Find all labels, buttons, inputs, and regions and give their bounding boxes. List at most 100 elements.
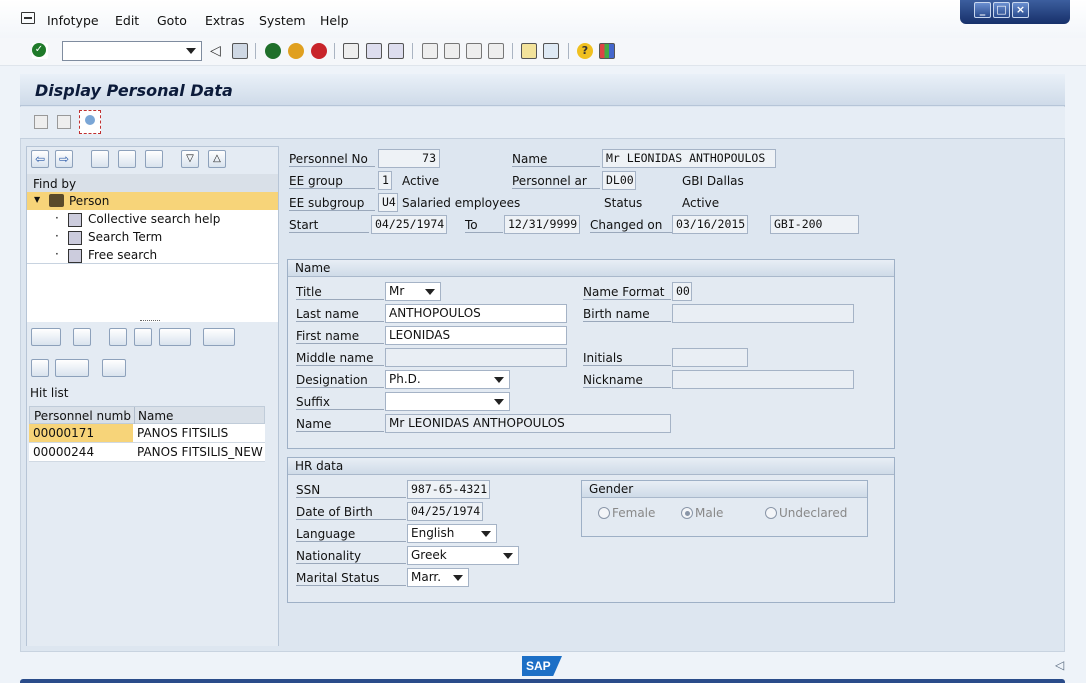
nationality-dropdown[interactable]: Greek bbox=[407, 546, 519, 565]
name-format-field: 00 bbox=[672, 282, 692, 301]
last-name-field[interactable]: ANTHOPOULOS bbox=[385, 304, 567, 323]
tree-item-label: Collective search help bbox=[88, 212, 221, 226]
gender-female-radio[interactable]: Female bbox=[598, 506, 655, 520]
cell-name[interactable]: PANOS FITSILIS_NEW bbox=[137, 445, 263, 459]
dob-label: Date of Birth bbox=[296, 505, 406, 520]
sort-descending-icon[interactable] bbox=[134, 328, 152, 346]
column-header-name[interactable]: Name bbox=[138, 409, 173, 423]
designation-dropdown[interactable]: Ph.D. bbox=[385, 370, 510, 389]
next-record-icon[interactable] bbox=[57, 115, 71, 129]
suffix-dropdown[interactable] bbox=[385, 392, 510, 411]
print-list-icon[interactable] bbox=[31, 359, 49, 377]
table-row[interactable]: 00000244 PANOS FITSILIS_NEW bbox=[29, 443, 265, 462]
export-icon[interactable] bbox=[102, 359, 126, 377]
previous-page-icon[interactable] bbox=[444, 43, 460, 59]
previous-record-icon[interactable] bbox=[34, 115, 48, 129]
menu-infotype[interactable]: Infotype bbox=[47, 13, 99, 28]
photo-icon[interactable] bbox=[79, 110, 101, 134]
sum-icon[interactable] bbox=[203, 328, 235, 346]
customize-layout-icon[interactable] bbox=[599, 43, 615, 59]
menu-goto[interactable]: Goto bbox=[157, 13, 187, 28]
to-label: To bbox=[465, 218, 503, 233]
minimize-icon[interactable]: _ bbox=[974, 2, 991, 18]
first-name-field[interactable]: LEONIDAS bbox=[385, 326, 567, 345]
nickname-field[interactable] bbox=[672, 370, 854, 389]
collapse-icon[interactable]: ▽ bbox=[181, 150, 199, 168]
nav-back-icon[interactable]: ⇦ bbox=[31, 150, 49, 168]
marital-status-label: Marital Status bbox=[296, 571, 406, 586]
nickname-label: Nickname bbox=[583, 373, 671, 388]
table-row[interactable]: 00000171 PANOS FITSILIS bbox=[29, 424, 265, 443]
ee-group-field: 1 bbox=[378, 171, 392, 190]
command-field[interactable] bbox=[62, 41, 202, 61]
window-controls: _ □ × bbox=[960, 0, 1070, 24]
menu-bar: Infotype Edit Goto Extras System Help bbox=[0, 0, 1086, 38]
expand-icon[interactable]: △ bbox=[208, 150, 226, 168]
shortcut-icon[interactable] bbox=[543, 43, 559, 59]
title-dropdown[interactable]: Mr bbox=[385, 282, 441, 301]
enter-icon[interactable]: ✓ bbox=[32, 43, 48, 59]
views-icon[interactable] bbox=[55, 359, 89, 377]
menu-icon[interactable] bbox=[21, 12, 35, 24]
tree-item-person[interactable]: ▼ Person bbox=[27, 192, 278, 210]
nationality-label: Nationality bbox=[296, 549, 406, 564]
details-icon[interactable] bbox=[31, 328, 61, 346]
last-page-icon[interactable] bbox=[488, 43, 504, 59]
birth-name-field[interactable] bbox=[672, 304, 854, 323]
find-tree: ▼ Person · Collective search help · Sear… bbox=[27, 192, 278, 322]
initials-field[interactable] bbox=[672, 348, 748, 367]
exit-icon[interactable] bbox=[288, 43, 304, 59]
initials-label: Initials bbox=[583, 351, 671, 366]
close-icon[interactable]: × bbox=[1012, 2, 1029, 18]
start-date-field: 04/25/1974 bbox=[371, 215, 447, 234]
menu-help[interactable]: Help bbox=[320, 13, 349, 28]
nav-tool-3-icon[interactable] bbox=[145, 150, 163, 168]
save-icon[interactable] bbox=[232, 43, 248, 59]
marital-status-dropdown[interactable]: Marr. bbox=[407, 568, 469, 587]
nav-tool-1-icon[interactable] bbox=[91, 150, 109, 168]
gender-male-radio[interactable]: Male bbox=[681, 506, 723, 520]
sort-ascending-icon[interactable] bbox=[109, 328, 127, 346]
next-page-icon[interactable] bbox=[466, 43, 482, 59]
page-title: Display Personal Data bbox=[35, 81, 233, 100]
start-label: Start bbox=[289, 218, 369, 233]
maximize-icon[interactable]: □ bbox=[993, 2, 1010, 18]
find-icon[interactable] bbox=[366, 43, 382, 59]
first-page-icon[interactable] bbox=[422, 43, 438, 59]
nav-forward-icon[interactable]: ⇨ bbox=[55, 150, 73, 168]
new-session-icon[interactable] bbox=[521, 43, 537, 59]
cell-number[interactable]: 00000171 bbox=[29, 424, 133, 442]
ssn-label: SSN bbox=[296, 483, 406, 498]
gender-female-label: Female bbox=[612, 506, 656, 520]
cell-name[interactable]: PANOS FITSILIS bbox=[137, 426, 228, 440]
middle-name-field[interactable] bbox=[385, 348, 567, 367]
full-name-field: Mr LEONIDAS ANTHOPOULOS bbox=[385, 414, 671, 433]
tree-expand-icon[interactable]: ▼ bbox=[34, 195, 40, 204]
splitter-handle[interactable] bbox=[140, 320, 160, 322]
radio-selected-icon bbox=[681, 507, 693, 519]
menu-extras[interactable]: Extras bbox=[205, 13, 245, 28]
filter-icon[interactable] bbox=[159, 328, 191, 346]
menu-edit[interactable]: Edit bbox=[115, 13, 139, 28]
birth-name-label: Birth name bbox=[583, 307, 671, 322]
menu-system[interactable]: System bbox=[259, 13, 306, 28]
gender-undeclared-radio[interactable]: Undeclared bbox=[765, 506, 847, 520]
column-header-number[interactable]: Personnel numb... bbox=[34, 409, 132, 423]
find-next-icon[interactable] bbox=[388, 43, 404, 59]
back-icon[interactable] bbox=[265, 43, 281, 59]
personnel-area-text: GBI Dallas bbox=[682, 174, 744, 188]
search-icon[interactable] bbox=[73, 328, 91, 346]
help-icon[interactable]: ? bbox=[577, 43, 593, 59]
person-icon bbox=[49, 194, 64, 207]
cell-number[interactable]: 00000244 bbox=[33, 445, 94, 459]
last-name-label: Last name bbox=[296, 307, 384, 322]
language-dropdown[interactable]: English bbox=[407, 524, 497, 543]
back-arrow-icon[interactable]: ◁ bbox=[210, 43, 226, 59]
nav-tool-2-icon[interactable] bbox=[118, 150, 136, 168]
print-icon[interactable] bbox=[343, 43, 359, 59]
title-label: Title bbox=[296, 285, 384, 300]
status-text: Active bbox=[682, 196, 720, 210]
status-expand-icon[interactable]: ◁ bbox=[1055, 658, 1064, 672]
cancel-icon[interactable] bbox=[311, 43, 327, 59]
personnel-no-field: 73 bbox=[378, 149, 440, 168]
